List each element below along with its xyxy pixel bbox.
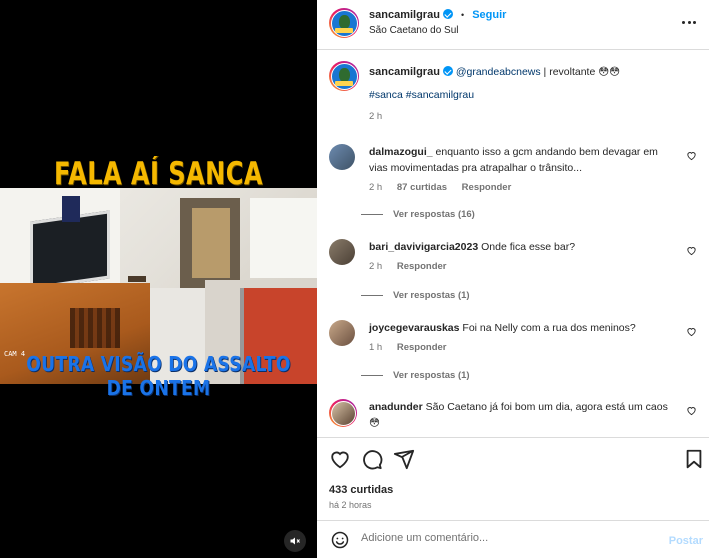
header-user-row: sancamilgrau • Seguir <box>369 9 506 21</box>
caption-time: 2 h <box>369 111 383 122</box>
reply-button[interactable]: Responder <box>397 261 447 272</box>
reply-button[interactable]: Responder <box>462 182 512 193</box>
verified-badge-icon <box>442 9 453 19</box>
comment-time: 2 h <box>369 182 383 193</box>
mute-button[interactable] <box>284 530 306 552</box>
commenter-avatar[interactable] <box>329 144 355 170</box>
reply-button[interactable]: Responder <box>397 342 447 353</box>
comment-input[interactable] <box>361 532 641 544</box>
author-username[interactable]: sancamilgrau <box>369 9 440 21</box>
view-replies-label: Ver respostas (1) <box>393 290 470 301</box>
scene-right-wall <box>250 198 317 278</box>
commenter-avatar[interactable] <box>329 399 357 427</box>
post-media[interactable]: CAM 4 FALA AÍ SANCA OUTRA VISÃO DO ASSAL… <box>0 0 317 558</box>
likes-count[interactable]: 433 curtidas <box>329 484 393 496</box>
like-comment-heart-icon[interactable] <box>686 150 697 161</box>
caption-username[interactable]: sancamilgrau <box>369 66 440 78</box>
speaker-muted-icon <box>290 537 300 545</box>
comment-username[interactable]: anadunder <box>369 401 423 413</box>
post-actions: 433 curtidas há 2 horas <box>317 437 709 521</box>
view-replies-label: Ver respostas (16) <box>393 209 475 220</box>
caption-mention[interactable]: @grandeabcnews <box>456 66 541 78</box>
view-replies-label: Ver respostas (1) <box>393 370 470 381</box>
post-time-ago[interactable]: há 2 horas <box>329 500 372 510</box>
view-replies-button[interactable]: Ver respostas (16) <box>361 209 475 220</box>
scene-shelf <box>62 196 80 222</box>
view-replies-button[interactable]: Ver respostas (1) <box>361 290 470 301</box>
author-avatar[interactable] <box>329 8 359 38</box>
comment-time: 1 h <box>369 342 383 353</box>
caption-hashtags[interactable]: #sanca #sancamilgrau <box>369 87 679 103</box>
comment-bubble-icon[interactable] <box>361 448 383 470</box>
caption-text: | revoltante 😳😳 <box>540 66 621 78</box>
comment-likes[interactable]: 87 curtidas <box>397 182 447 193</box>
like-comment-heart-icon[interactable] <box>686 245 697 256</box>
follow-button[interactable]: Seguir <box>472 9 506 21</box>
video-caption: OUTRA VISÃO DO ASSALTO DE ONTEM <box>26 352 291 400</box>
video-headline: FALA AÍ SANCA <box>53 156 264 192</box>
commenter-avatar[interactable] <box>329 320 355 346</box>
comment-username[interactable]: bari_davivigarcia2023 <box>369 241 478 253</box>
more-icon <box>682 20 685 24</box>
like-comment-heart-icon[interactable] <box>686 326 697 337</box>
post-sidebar: sancamilgrau • Seguir São Caetano do Sul… <box>317 0 709 558</box>
share-send-icon[interactable] <box>393 448 415 470</box>
comment-text: Onde fica esse bar? <box>481 241 576 253</box>
scene-window <box>30 210 110 290</box>
commenter-avatar[interactable] <box>329 239 355 265</box>
add-comment-bar: Postar <box>317 522 709 558</box>
save-bookmark-icon[interactable] <box>683 448 705 470</box>
caption-avatar[interactable] <box>329 61 359 91</box>
like-comment-heart-icon[interactable] <box>686 405 697 416</box>
comments-section[interactable]: sancamilgrau @grandeabcnews | revoltante… <box>317 51 709 437</box>
verified-badge-icon <box>442 66 453 76</box>
comment-time: 2 h <box>369 261 383 272</box>
post-location[interactable]: São Caetano do Sul <box>369 25 459 36</box>
post-comment-button[interactable]: Postar <box>669 535 703 547</box>
more-options-button[interactable] <box>679 14 699 30</box>
post-header: sancamilgrau • Seguir São Caetano do Sul <box>317 0 709 50</box>
separator-dot: • <box>460 10 465 20</box>
comment-username[interactable]: joycegevarauskas <box>369 322 459 334</box>
scene-door-inner <box>192 208 230 278</box>
emoji-icon[interactable] <box>331 531 349 549</box>
comment-username[interactable]: dalmazogui_ <box>369 146 433 158</box>
like-heart-icon[interactable] <box>329 448 351 470</box>
comment-text: Foi na Nelly com a rua dos meninos? <box>462 322 636 334</box>
scene-bottles <box>70 308 120 348</box>
scene-table <box>128 276 146 306</box>
view-replies-button[interactable]: Ver respostas (1) <box>361 370 470 381</box>
